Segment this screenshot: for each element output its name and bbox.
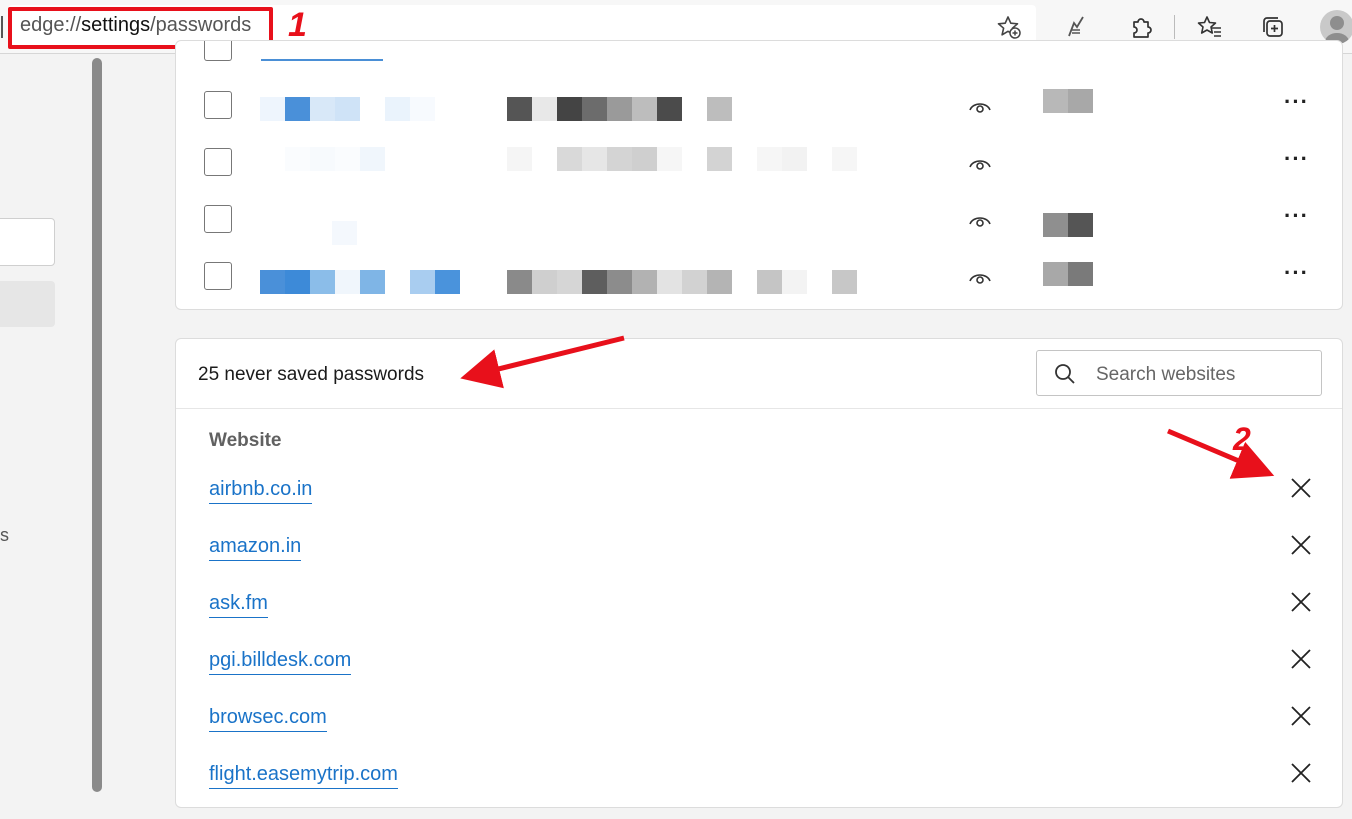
show-password-icon[interactable]	[968, 213, 992, 229]
blurred-username	[507, 97, 732, 121]
blurred-password	[1043, 213, 1093, 237]
blurred-password	[1043, 89, 1093, 113]
favorites-icon[interactable]	[1193, 10, 1227, 44]
more-actions-icon[interactable]: ···	[1284, 146, 1309, 172]
read-aloud-icon[interactable]	[1060, 10, 1094, 44]
row-checkbox[interactable]	[204, 205, 232, 233]
search-placeholder: Search websites	[1096, 364, 1236, 385]
site-link[interactable]: airbnb.co.in	[209, 477, 313, 504]
remove-icon[interactable]	[1290, 648, 1312, 670]
settings-search-field[interactable]	[0, 218, 55, 266]
site-link[interactable]: pgi.billdesk.com	[209, 648, 352, 675]
never-saved-row: flight.easemytrip.com	[176, 762, 1342, 819]
collections-icon[interactable]	[1256, 10, 1290, 44]
site-link[interactable]: amazon.in	[209, 534, 302, 561]
site-link[interactable]: flight.easemytrip.com	[209, 762, 398, 789]
blurred-username	[507, 147, 857, 171]
never-saved-row: airbnb.co.in	[176, 477, 1342, 534]
remove-icon[interactable]	[1290, 762, 1312, 784]
toolbar-divider	[1, 16, 3, 38]
remove-icon[interactable]	[1290, 591, 1312, 613]
more-actions-icon[interactable]: ···	[1284, 89, 1309, 115]
toolbar-separator	[1174, 15, 1175, 39]
never-saved-row: amazon.in	[176, 534, 1342, 591]
address-prefix: edge://	[20, 14, 82, 36]
saved-password-row: ···	[176, 134, 1344, 190]
blurred-site	[260, 270, 460, 294]
address-path: /passwords	[150, 14, 252, 36]
more-actions-icon[interactable]: ···	[1284, 260, 1309, 286]
never-saved-title: 25 never saved passwords	[198, 364, 425, 385]
never-saved-row: ask.fm	[176, 591, 1342, 648]
site-link[interactable]: browsec.com	[209, 705, 327, 732]
saved-password-row: ···	[176, 77, 1344, 133]
row-checkbox[interactable]	[204, 91, 232, 119]
saved-password-row: ···	[176, 191, 1344, 247]
extensions-icon[interactable]	[1124, 10, 1158, 44]
never-saved-row: pgi.billdesk.com	[176, 648, 1342, 705]
row-checkbox[interactable]	[204, 262, 232, 290]
row-checkbox[interactable]	[204, 148, 232, 176]
blurred-username	[507, 270, 857, 294]
address-text[interactable]: edge://settings/passwords	[20, 14, 251, 37]
show-password-icon[interactable]	[968, 156, 992, 172]
saved-passwords-card: ··· ··· ··· ···	[175, 40, 1343, 310]
remove-icon[interactable]	[1290, 705, 1312, 727]
blurred-password	[1043, 262, 1093, 286]
show-password-icon[interactable]	[968, 270, 992, 286]
more-actions-icon[interactable]: ···	[1284, 203, 1309, 229]
site-link-underline	[261, 59, 383, 61]
saved-password-row: ···	[176, 248, 1344, 304]
blurred-site	[260, 147, 385, 171]
search-websites-input[interactable]: Search websites	[1036, 350, 1322, 396]
site-link[interactable]: ask.fm	[209, 591, 268, 618]
remove-icon[interactable]	[1290, 477, 1312, 499]
never-saved-header: 25 never saved passwords Search websites	[176, 339, 1342, 409]
row-checkbox[interactable]	[204, 41, 232, 61]
settings-sidebar: s	[0, 55, 92, 792]
remove-icon[interactable]	[1290, 534, 1312, 556]
sidebar-item-selected[interactable]	[0, 281, 55, 327]
search-icon	[1055, 364, 1075, 384]
never-saved-row: browsec.com	[176, 705, 1342, 762]
blurred-site	[332, 221, 357, 245]
step-2-label: 2	[1233, 421, 1251, 457]
website-column-header: Website	[209, 430, 282, 451]
sidebar-partial-label: s	[0, 525, 9, 545]
never-saved-card: 25 never saved passwords Search websites…	[175, 338, 1343, 808]
scrollbar-thumb[interactable]	[92, 58, 102, 792]
blurred-site	[260, 97, 435, 121]
show-password-icon[interactable]	[968, 99, 992, 115]
address-host: settings	[81, 14, 151, 36]
add-favorite-icon[interactable]	[992, 10, 1026, 44]
profile-avatar[interactable]	[1320, 10, 1352, 44]
